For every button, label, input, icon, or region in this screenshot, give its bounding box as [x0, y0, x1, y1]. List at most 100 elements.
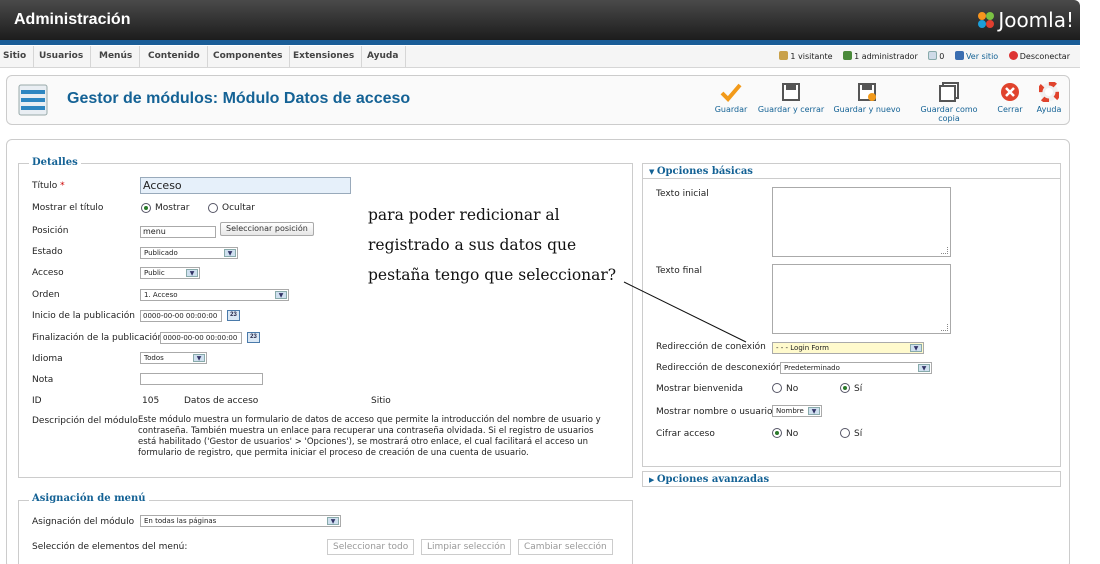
monitor-icon — [954, 51, 964, 60]
menu-assignment-legend: Asignación de menú — [29, 493, 149, 504]
view-site-link[interactable]: Ver sitio — [954, 51, 998, 61]
message-icon — [928, 51, 938, 60]
select-all-button[interactable]: Seleccionar todo — [327, 539, 415, 555]
show-title-radio-show[interactable] — [141, 203, 151, 213]
select-position-button[interactable]: Seleccionar posición — [220, 222, 314, 236]
main-menu-bar: Sitio Usuarios Menús Contenido Component… — [0, 46, 1080, 68]
save-new-icon — [858, 83, 876, 101]
details-legend: Detalles — [29, 157, 81, 168]
access-select[interactable]: Public ▼ — [140, 267, 200, 279]
close-button[interactable]: Cerrar — [995, 82, 1025, 114]
greeting-no-label: No — [786, 384, 799, 394]
menu-item-extensiones[interactable]: Extensiones — [286, 46, 363, 68]
module-manager-icon — [18, 84, 48, 116]
close-icon — [1001, 83, 1019, 101]
access-label: Acceso — [32, 268, 64, 278]
app-title: Administración — [14, 11, 131, 28]
id-value: 105 — [142, 396, 160, 406]
show-name-select[interactable]: Nombre ▼ — [772, 405, 822, 417]
chevron-down-icon: ▼ — [808, 407, 820, 415]
pretext-label: Texto inicial — [656, 189, 709, 199]
state-label: Estado — [32, 247, 63, 257]
show-option-label: Mostrar — [155, 203, 190, 213]
messages-status[interactable]: 0 — [928, 51, 944, 61]
chevron-down-icon: ▼ — [910, 344, 922, 352]
calendar-icon[interactable]: 23 — [227, 310, 240, 321]
help-icon — [1039, 82, 1059, 102]
encrypt-radio-no[interactable] — [772, 428, 782, 438]
admin-header: Administración Joomla! — [0, 0, 1080, 40]
logout-redirect-select[interactable]: Predeterminado ▼ — [780, 362, 932, 374]
position-input[interactable]: menu — [140, 226, 216, 238]
language-label: Idioma — [32, 354, 63, 364]
joomla-logo: Joomla! — [976, 8, 1074, 32]
pretext-textarea[interactable] — [772, 187, 951, 257]
show-name-label: Mostrar nombre o usuario — [656, 407, 773, 417]
state-select[interactable]: Publicado ▼ — [140, 247, 238, 259]
language-select[interactable]: Todos ▼ — [140, 352, 207, 364]
posttext-textarea[interactable] — [772, 264, 951, 334]
save-button[interactable]: Guardar — [710, 82, 752, 114]
menu-item-contenido[interactable]: Contenido — [141, 46, 208, 68]
note-label: Nota — [32, 375, 54, 385]
encrypt-yes-label: Sí — [854, 429, 863, 439]
save-copy-button[interactable]: Guardar como copia — [909, 82, 989, 123]
toggle-selection-button[interactable]: Cambiar selección — [518, 539, 613, 555]
help-button[interactable]: Ayuda — [1034, 82, 1064, 114]
show-title-radio-hide[interactable] — [208, 203, 218, 213]
power-icon — [1008, 51, 1018, 60]
chevron-down-icon: ▼ — [186, 269, 198, 277]
chevron-down-icon: ▼ — [327, 517, 339, 525]
logout-link[interactable]: Desconectar — [1008, 51, 1070, 61]
advanced-options-header[interactable]: ▶ Opciones avanzadas — [642, 471, 1061, 487]
posttext-label: Texto final — [656, 266, 702, 276]
status-area: 1 visitante 1 administrador 0 Ver sitio … — [771, 46, 1070, 68]
user-annotation: para poder redicionar al registrado a su… — [368, 206, 617, 284]
module-assignment-label: Asignación del módulo — [32, 517, 135, 527]
visitors-status: 1 visitante — [779, 51, 833, 61]
save-new-button[interactable]: Guardar y nuevo — [833, 82, 901, 114]
title-input[interactable]: Acceso — [140, 177, 351, 194]
greeting-radio-yes[interactable] — [840, 383, 850, 393]
admin-icon — [843, 51, 853, 60]
save-close-icon — [782, 83, 800, 101]
page-title: Gestor de módulos: Módulo Datos de acces… — [67, 90, 411, 107]
menu-item-menus[interactable]: Menús — [92, 46, 141, 68]
save-close-button[interactable]: Guardar y cerrar — [757, 82, 825, 114]
id-label: ID — [32, 396, 42, 406]
publish-end-label: Finalización de la publicación — [32, 333, 164, 343]
hide-option-label: Ocultar — [222, 203, 255, 213]
publish-end-input[interactable]: 0000-00-00 00:00:00 — [160, 332, 242, 344]
note-input[interactable] — [140, 373, 263, 385]
publish-start-input[interactable]: 0000-00-00 00:00:00 — [140, 310, 222, 322]
calendar-icon[interactable]: 23 — [247, 332, 260, 343]
menu-item-sitio[interactable]: Sitio — [0, 46, 35, 68]
encrypt-radio-yes[interactable] — [840, 428, 850, 438]
position-label: Posición — [32, 226, 69, 236]
description-label: Descripción del módulo — [32, 416, 138, 426]
chevron-down-icon: ▼ — [275, 291, 287, 299]
clear-selection-button[interactable]: Limpiar selección — [421, 539, 512, 555]
chevron-down-icon: ▼ — [918, 364, 930, 372]
module-client: Sitio — [371, 396, 391, 406]
greeting-yes-label: Sí — [854, 384, 863, 394]
module-assignment-select[interactable]: En todas las páginas ▼ — [140, 515, 341, 527]
menu-item-componentes[interactable]: Componentes — [206, 46, 291, 68]
joomla-logo-icon — [978, 12, 995, 28]
login-redirect-select[interactable]: - - - Login Form ▼ — [772, 342, 924, 354]
chevron-down-icon: ▼ — [193, 354, 205, 362]
show-title-label: Mostrar el título — [32, 203, 104, 213]
greeting-radio-no[interactable] — [772, 383, 782, 393]
admins-status: 1 administrador — [843, 51, 918, 61]
logout-redirect-label: Redirección de desconexión — [656, 363, 782, 373]
basic-options-header[interactable]: ▼ Opciones básicas — [642, 163, 1061, 179]
menu-item-ayuda[interactable]: Ayuda — [360, 46, 407, 68]
module-name: Datos de acceso — [184, 396, 259, 406]
menu-item-usuarios[interactable]: Usuarios — [32, 46, 92, 68]
order-label: Orden — [32, 290, 60, 300]
annotation-pointer-line — [623, 281, 747, 343]
publish-start-label: Inicio de la publicación — [32, 311, 135, 321]
greeting-label: Mostrar bienvenida — [656, 384, 744, 394]
title-label: Título * — [32, 181, 65, 191]
order-select[interactable]: 1. Acceso ▼ — [140, 289, 289, 301]
